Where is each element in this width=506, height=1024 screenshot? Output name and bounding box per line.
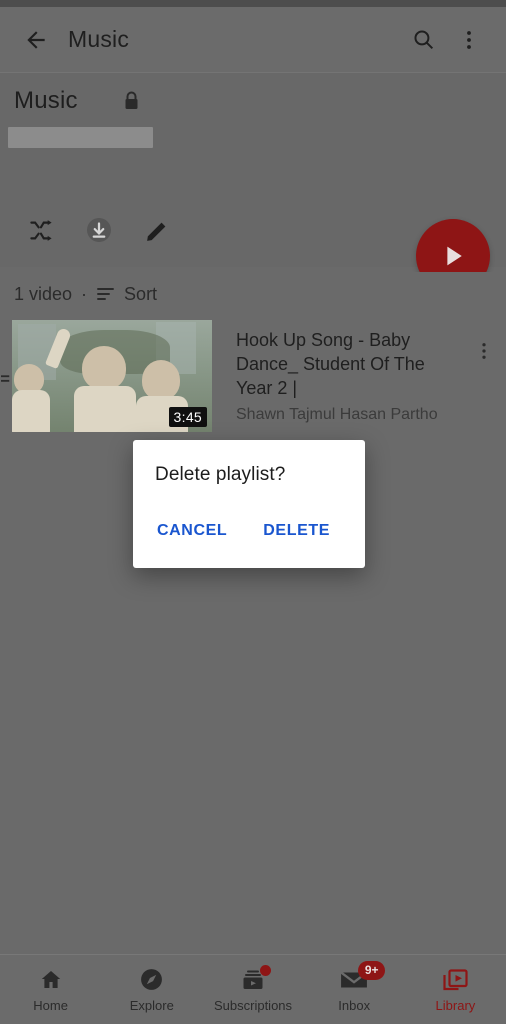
playlist-title: Music [14, 87, 78, 114]
nav-label-explore: Explore [129, 997, 174, 1013]
edit-button[interactable] [128, 201, 186, 259]
dialog-title: Delete playlist? [155, 464, 286, 485]
video-thumbnail[interactable]: 3:45 [12, 320, 212, 432]
metadata-loading-placeholder [8, 127, 153, 148]
subscriptions-new-badge [260, 964, 271, 976]
more-vert-icon [482, 343, 486, 359]
privacy-status [122, 90, 141, 112]
nav-item-explore[interactable]: Explore [101, 967, 202, 1013]
app-root: Music Music 1 video · Sort 3:45 Hook Up … [0, 0, 506, 1024]
arrow-back-icon [27, 30, 45, 49]
search-icon [413, 30, 433, 50]
nav-item-library[interactable]: Library [405, 967, 506, 1013]
nav-label-inbox: Inbox [338, 997, 371, 1013]
more-vert-icon [467, 30, 471, 49]
subscriptions-icon-wrap [238, 964, 271, 993]
home-icon-wrap [36, 967, 66, 993]
home-icon [41, 970, 60, 988]
thumbnail-subject-center-body [74, 386, 136, 432]
nav-item-home[interactable]: Home [0, 967, 101, 1013]
sort-label: Sort [124, 283, 158, 304]
playlist-header: Music [0, 73, 506, 193]
back-button[interactable] [14, 18, 58, 62]
playlist-title-row: Music [0, 73, 506, 115]
shuffle-button[interactable] [12, 201, 70, 259]
video-channel: Shawn Tajmul Hasan Partho [236, 406, 438, 423]
library-icon [443, 968, 468, 990]
playlist-meta-row: 1 video · Sort [0, 272, 506, 316]
search-button[interactable] [400, 17, 446, 63]
thumbnail-subject-center-head [82, 346, 126, 390]
bottom-navigation: Home Explore Subscriptions 9+ Inbox Libr… [0, 954, 506, 1024]
video-overflow-button[interactable] [462, 318, 506, 440]
video-list-item[interactable]: 3:45 Hook Up Song - Baby Dance_ Student … [0, 318, 506, 440]
sort-icon [97, 288, 114, 300]
thumbnail-subject-right-head [142, 360, 180, 400]
download-button[interactable] [70, 201, 128, 259]
delete-playlist-dialog: Delete playlist? CANCEL DELETE [133, 440, 365, 568]
thumbnail-subject-left-body [12, 390, 50, 432]
video-count: 1 video [14, 283, 73, 304]
shuffle-icon [29, 219, 52, 241]
video-info: Hook Up Song - Baby Dance_ Student Of Th… [212, 318, 462, 440]
page-title: Music [68, 26, 130, 52]
dialog-actions: CANCEL DELETE [155, 518, 343, 558]
compass-explore-icon [141, 969, 163, 990]
nav-item-subscriptions[interactable]: Subscriptions [202, 964, 303, 1013]
status-bar [0, 0, 506, 7]
meta-separator: · [81, 283, 88, 304]
inbox-count-badge: 9+ [358, 960, 386, 980]
appbar-overflow-button[interactable] [446, 17, 492, 63]
video-title: Hook Up Song - Baby Dance_ Student Of Th… [236, 330, 425, 398]
play-icon [447, 246, 462, 266]
sort-button[interactable] [96, 285, 116, 303]
cancel-button[interactable]: CANCEL [155, 518, 229, 544]
drag-handle[interactable] [0, 318, 12, 440]
app-bar: Music [0, 7, 506, 72]
nav-label-subscriptions: Subscriptions [213, 997, 293, 1013]
drag-handle-icon [1, 375, 10, 382]
pencil-edit-icon [146, 222, 165, 241]
lock-icon [125, 91, 138, 109]
delete-button[interactable]: DELETE [261, 518, 332, 544]
inbox-icon-wrap: 9+ [339, 960, 386, 993]
video-duration: 3:45 [168, 407, 207, 427]
nav-label-home: Home [33, 997, 68, 1013]
library-icon-wrap [440, 967, 470, 993]
explore-icon-wrap [137, 967, 167, 993]
nav-item-inbox[interactable]: 9+ Inbox [304, 960, 405, 1013]
nav-label-library: Library [435, 997, 476, 1013]
download-circle-icon [87, 218, 111, 242]
